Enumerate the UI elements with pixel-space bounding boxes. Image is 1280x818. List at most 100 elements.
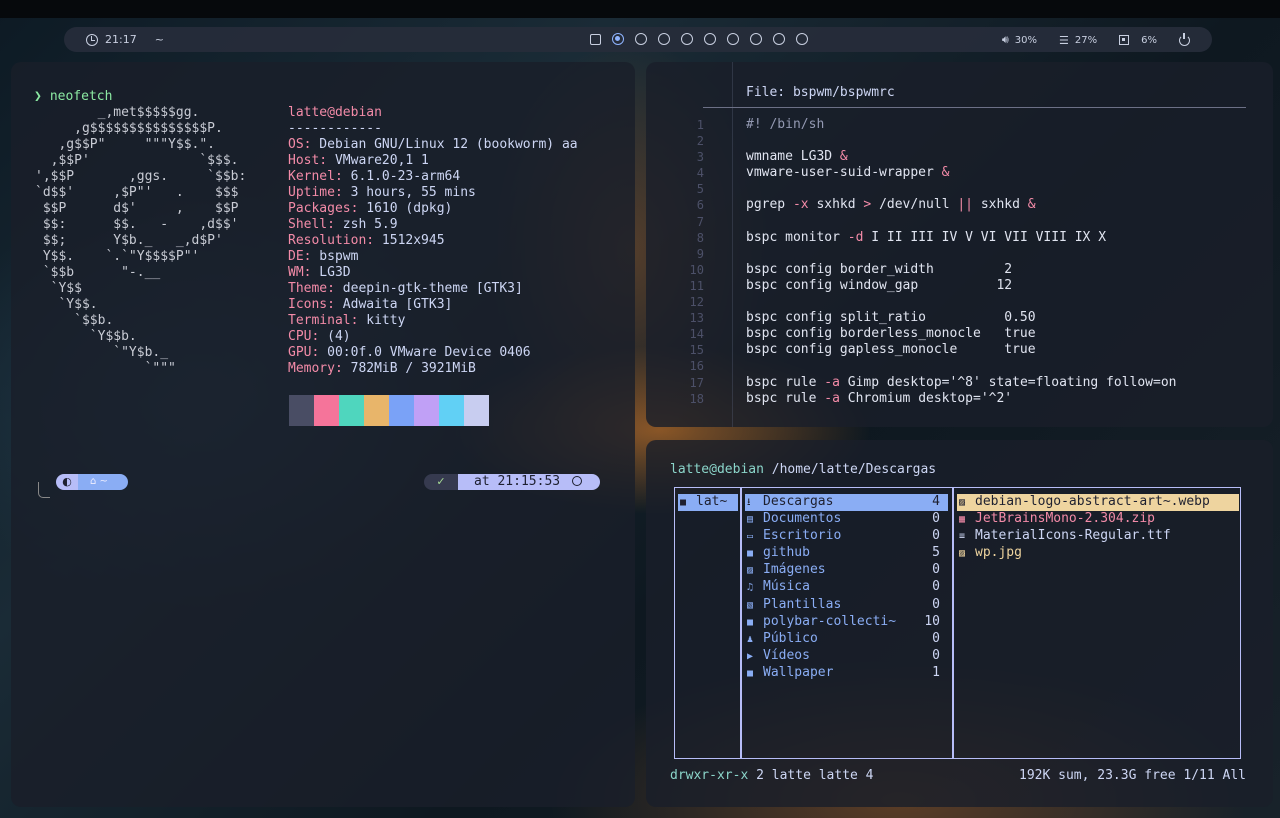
info-row: Theme: deepin-gtk-theme [GTK3]: [288, 281, 578, 297]
file-item[interactable]: ▨ wp.jpg: [957, 545, 1239, 562]
info-value: zsh 5.9: [334, 217, 398, 232]
info-key: Resolution:: [288, 233, 375, 248]
info-value: LG3D: [311, 265, 351, 280]
file-manager-window[interactable]: latte@debian /home/latte/Descargas ■ lat~…: [646, 440, 1273, 807]
neofetch-terminal-window[interactable]: ❯ neofetch _,met$$$$$gg. ,g$$$$$$$$$$$$$$…: [11, 62, 635, 807]
volume-value[interactable]: 30%: [1015, 35, 1037, 46]
folder-icon: ⭳: [747, 497, 751, 508]
parent-item[interactable]: ■ lat~: [678, 494, 738, 511]
file-item[interactable]: ▨ debian-logo-abstract-art~.webp: [957, 494, 1239, 512]
workspace-7[interactable]: [727, 33, 739, 45]
power-icon[interactable]: [1179, 32, 1190, 46]
directory-name: ■ polybar-collecti~: [747, 614, 896, 631]
workspace-5[interactable]: [681, 33, 693, 45]
info-row: Kernel: 6.1.0-23-arm64: [288, 169, 578, 185]
debian-icon: ◐: [56, 474, 78, 490]
workspace-6[interactable]: [704, 33, 716, 45]
directory-name: ▨ Imágenes: [747, 562, 826, 579]
info-value: Adwaita [GTK3]: [334, 297, 453, 312]
folder-icon: ▭: [747, 531, 754, 543]
info-value: bspwm: [311, 249, 359, 264]
prompt-home: ~: [99, 476, 108, 487]
info-value: kitty: [358, 313, 406, 328]
debian-ascii-logo: _,met$$$$$gg. ,g$$$$$$$$$$$$$$$P. ,g$$P"…: [35, 105, 247, 376]
workspace-9[interactable]: [773, 33, 785, 45]
bar-right: 🔊︎ 30% ☰ 27% 6%: [1002, 32, 1190, 47]
code-line: #! /bin/sh: [746, 117, 825, 132]
code-content[interactable]: #! /bin/sh wmname LG3D & vmware-user-suid…: [746, 117, 1176, 407]
info-key: Host:: [288, 153, 328, 168]
system-info: latte@debian ------------ OS: Debian GNU/L…: [288, 105, 578, 377]
directory-count: 4: [932, 494, 940, 509]
directory-name: ■ github: [747, 545, 810, 562]
directory-item[interactable]: ■ polybar-collecti~ 10: [745, 614, 948, 631]
folder-icon: ▧: [747, 599, 754, 611]
prompt-left-segment: ◐ ⌂ ~: [56, 474, 128, 490]
volume-icon[interactable]: 🔊︎: [1002, 33, 1009, 47]
column-divider: [740, 487, 742, 759]
directory-item[interactable]: ♫ Música 0: [745, 579, 948, 596]
workspace-8[interactable]: [750, 33, 762, 45]
gutter-divider: [732, 62, 733, 427]
info-row: DE: bspwm: [288, 249, 578, 265]
directory-name: ▭ Escritorio: [747, 528, 841, 545]
directory-item[interactable]: ⭳ Descargas 4: [745, 494, 948, 512]
info-value: 00:0f.0 VMware Device 0406: [319, 345, 531, 360]
status-bar: 21:17 ~ 🔊︎ 30% ☰ 27% 6%: [64, 27, 1212, 52]
workspace-3[interactable]: [635, 33, 647, 45]
code-line: pgrep -x sxhkd > /dev/null || sxhkd &: [746, 197, 1036, 213]
palette-swatch: [439, 395, 464, 426]
memory-icon: ☰: [1059, 33, 1069, 47]
folder-icon: ▤: [747, 514, 754, 526]
directory-item[interactable]: ▨ Imágenes 0: [745, 562, 948, 579]
file-icon: ▨: [959, 497, 966, 508]
directory-item[interactable]: ▤ Documentos 0: [745, 511, 948, 528]
workspace-2-active[interactable]: [612, 33, 624, 45]
directory-item[interactable]: ♟ Público 0: [745, 631, 948, 648]
directory-item[interactable]: ▭ Escritorio 0: [745, 528, 948, 545]
workspace-10[interactable]: [796, 33, 808, 45]
directory-count: 0: [932, 630, 940, 646]
info-value: 1512x945: [374, 233, 445, 248]
info-row: Uptime: 3 hours, 55 mins: [288, 185, 578, 201]
info-key: Memory:: [288, 361, 343, 376]
folder-icon: ♟: [747, 633, 754, 645]
info-key: Kernel:: [288, 169, 343, 184]
prompt-command: neofetch: [49, 89, 113, 104]
clock-icon: [572, 476, 583, 486]
directory-item[interactable]: ▧ Plantillas 0: [745, 597, 948, 614]
folder-icon: ▨: [747, 565, 754, 577]
file-item[interactable]: ≡ MaterialIcons-Regular.ttf: [957, 528, 1239, 545]
info-row: Resolution: 1512x945: [288, 233, 578, 249]
info-value: 3 hours, 55 mins: [342, 185, 476, 200]
file-item[interactable]: ▦ JetBrainsMono-2.304.zip: [957, 511, 1239, 528]
prompt-bracket: [38, 482, 50, 498]
info-row: Terminal: kitty: [288, 313, 578, 329]
editor-window[interactable]: File: bspwm/bspwmrc 1 2 3 4 5 6 7 8 9 10…: [646, 62, 1273, 427]
workspace-1[interactable]: [590, 33, 601, 45]
info-row: Packages: 1610 (dpkg): [288, 201, 578, 217]
directory-name: ♫ Música: [747, 579, 810, 596]
screen-top-edge: [0, 0, 1280, 18]
parent-column: ■ lat~: [678, 494, 738, 511]
code-line: bspc config split_ratio 0.50: [746, 310, 1036, 326]
workspace-4[interactable]: [658, 33, 670, 45]
cpu-value: 6%: [1141, 34, 1157, 46]
shell-prompt: ❯ neofetch: [34, 89, 112, 105]
directory-item[interactable]: ■ Wallpaper 1: [745, 665, 948, 682]
directory-item[interactable]: ■ github 5: [745, 545, 948, 562]
info-row: Icons: Adwaita [GTK3]: [288, 297, 578, 313]
info-key: Uptime:: [288, 185, 343, 200]
status-owner: 2 latte latte 4: [756, 768, 874, 783]
directory-name: ▧ Plantillas: [747, 597, 841, 614]
directory-item[interactable]: ▶ Vídeos 0: [745, 648, 948, 665]
column-divider: [952, 487, 954, 759]
directory-count: 10: [924, 613, 940, 629]
parent-item-label: lat~: [696, 494, 728, 509]
path-dir: /home/latte/Descargas: [771, 462, 937, 477]
directory-count: 1: [932, 664, 940, 680]
palette-swatch: [314, 395, 339, 426]
code-line: bspc config gapless_monocle true: [746, 342, 1036, 358]
